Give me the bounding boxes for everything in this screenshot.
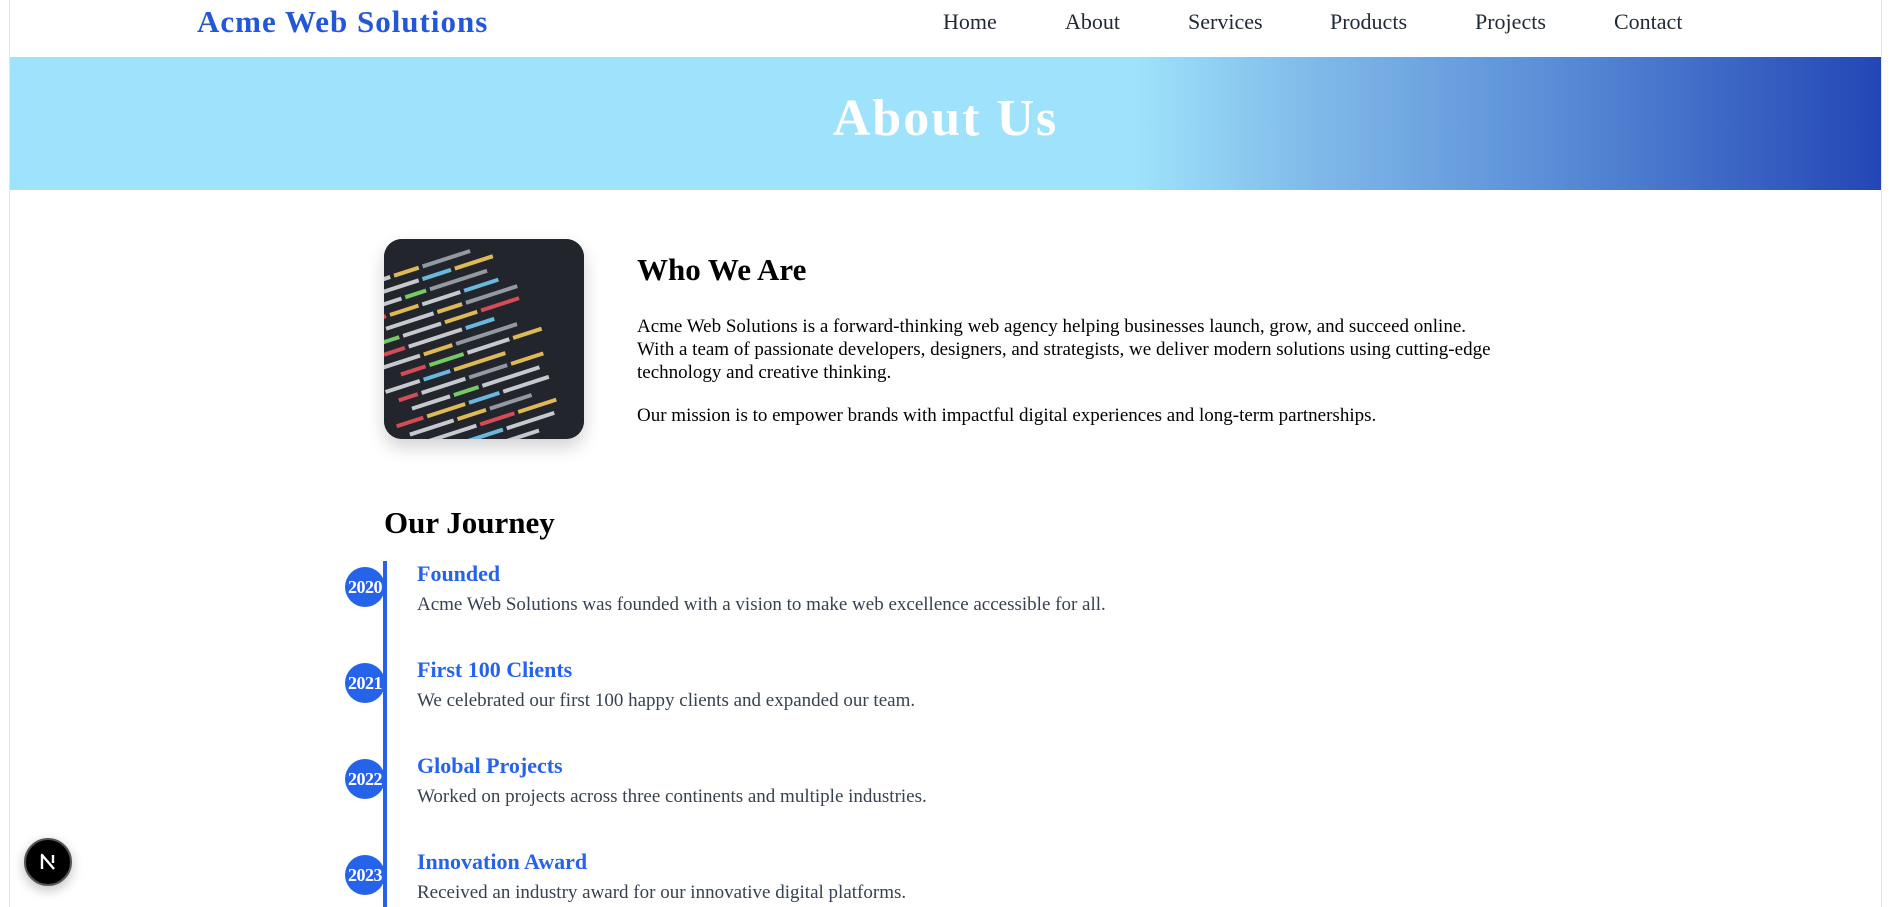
- nav-contact[interactable]: Contact: [1614, 9, 1682, 35]
- timeline-heading: Founded: [417, 561, 501, 586]
- timeline-description: Acme Web Solutions was founded with a vi…: [417, 594, 1106, 615]
- hero-title: About Us: [832, 90, 1059, 147]
- nav-products[interactable]: Products: [1330, 9, 1407, 35]
- page: Acme Web Solutions Home About Services P…: [0, 0, 1891, 907]
- code-lines-graphic: [384, 239, 584, 439]
- nextjs-logo-icon[interactable]: [24, 838, 72, 886]
- who-we-are-paragraph: Acme Web Solutions is a forward-thinking…: [637, 316, 1491, 383]
- main-nav: Home About Services Products Projects Co…: [10, 9, 1881, 39]
- timeline-year-badge: 2023: [345, 855, 385, 895]
- who-we-are-heading: Who We Are: [637, 252, 807, 287]
- nav-services[interactable]: Services: [1188, 9, 1263, 35]
- timeline-description: Received an industry award for our innov…: [417, 882, 907, 903]
- site-header: Acme Web Solutions Home About Services P…: [10, 0, 1881, 57]
- mission-paragraph: Our mission is to empower brands with im…: [637, 405, 1377, 426]
- timeline-description: Worked on projects across three continen…: [417, 786, 927, 807]
- timeline-heading: Global Projects: [417, 753, 563, 778]
- nav-home[interactable]: Home: [943, 9, 997, 35]
- timeline-item: 2020 Founded Acme Web Solutions was foun…: [0, 561, 1891, 651]
- journey-heading: Our Journey: [384, 505, 555, 540]
- timeline-item: 2023 Innovation Award Received an indust…: [0, 849, 1891, 907]
- n-glyph-icon: [40, 853, 55, 870]
- hero-banner: About Us: [10, 57, 1881, 190]
- timeline-heading: Innovation Award: [417, 849, 588, 874]
- nav-projects[interactable]: Projects: [1475, 9, 1546, 35]
- timeline-heading: First 100 Clients: [417, 657, 573, 682]
- timeline-year-badge: 2020: [345, 567, 385, 607]
- timeline-description: We celebrated our first 100 happy client…: [417, 690, 916, 711]
- timeline-item: 2022 Global Projects Worked on projects …: [0, 753, 1891, 843]
- nav-about[interactable]: About: [1065, 9, 1120, 35]
- timeline-year-badge: 2022: [345, 759, 385, 799]
- timeline-item: 2021 First 100 Clients We celebrated our…: [0, 657, 1891, 747]
- timeline-year-badge: 2021: [345, 663, 385, 703]
- code-screenshot-image: [384, 239, 584, 439]
